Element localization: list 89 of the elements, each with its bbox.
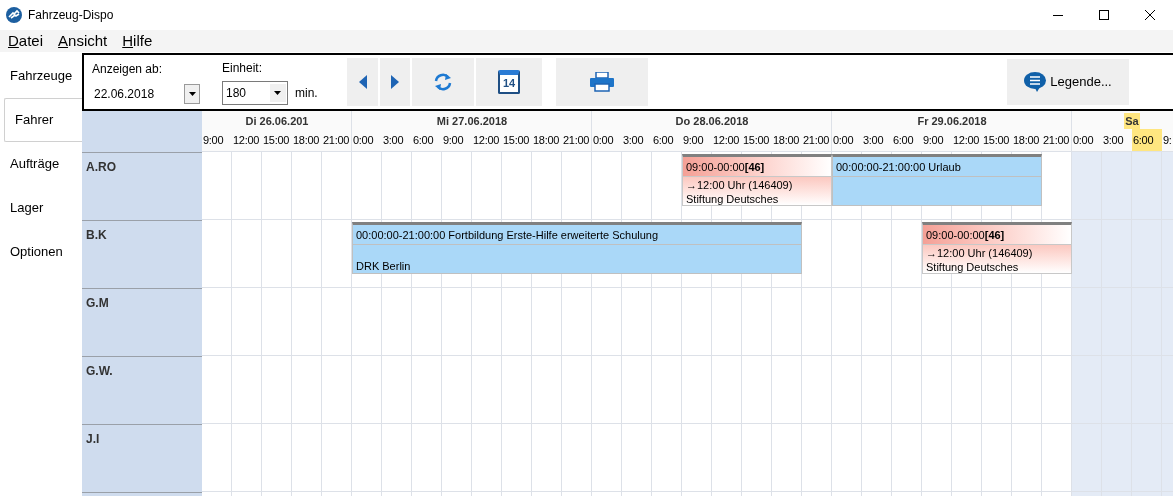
day-header: Di 26.06.201 [245, 113, 309, 129]
maximize-icon [1099, 10, 1109, 20]
time-label: 12:00 [472, 132, 501, 148]
order-event[interactable]: 09:00-00:00[46] →12:00 Uhr (146409) Stiftung Deutsches [922, 222, 1072, 274]
printer-icon [590, 72, 614, 92]
time-label: 18:00 [1012, 132, 1041, 148]
time-label: 18:00 [292, 132, 321, 148]
caret-icon [270, 84, 286, 102]
time-label: 12:00 [952, 132, 981, 148]
calendar-button[interactable]: 14 [476, 58, 542, 106]
sidebar-tab[interactable]: Optionen [0, 230, 82, 274]
time-label: 9:00 [682, 132, 705, 148]
calendar-icon: 14 [498, 70, 520, 94]
time-label: 21:00 [562, 132, 591, 148]
unit-label: Einheit: [222, 60, 264, 77]
time-label: 12:00 [232, 132, 261, 148]
sidebar-tab[interactable]: Aufträge [0, 142, 82, 186]
unit-suffix: min. [295, 85, 318, 102]
time-label: 9: [1162, 132, 1173, 148]
absence-event[interactable]: 00:00:00-21:00:00 Fortbildung Erste-Hilfe erweiterte Schulung DRK Berlin [352, 222, 802, 274]
driver-name: J.I [86, 432, 100, 446]
next-button[interactable] [380, 58, 410, 106]
time-label: 12:00 [712, 132, 741, 148]
event-text: →12:00 Uhr (146409) [926, 246, 1034, 260]
refresh-icon [433, 73, 453, 91]
right-arrow-icon [391, 75, 399, 89]
sidebar-tab[interactable]: Lager [0, 186, 82, 230]
event-text: Stiftung Deutsches [926, 260, 1020, 274]
time-label: 3:00 [382, 132, 405, 148]
time-label: 9:00 [442, 132, 465, 148]
time-label: 6:00 [652, 132, 675, 148]
time-label: 6:00 [412, 132, 435, 148]
absence-event[interactable]: 00:00:00-21:00:00 Urlaub [832, 154, 1042, 206]
driver-name: G.M [86, 296, 109, 310]
menu-item[interactable]: Datei [8, 29, 44, 53]
menu-item[interactable]: Hilfe [122, 29, 153, 53]
caret-icon [188, 92, 196, 96]
event-title: 00:00:00-21:00:00 Urlaub [836, 161, 961, 173]
date-label: Anzeigen ab: [92, 61, 164, 78]
event-time: 09:00-00:00[46] [686, 161, 765, 173]
day-header: Mi 27.06.2018 [436, 113, 508, 129]
time-label: 3:00 [1102, 132, 1125, 148]
time-label: 15:00 [742, 132, 771, 148]
time-label: 0:00 [352, 132, 375, 148]
event-text: Stiftung Deutsches [686, 192, 780, 206]
time-label: 18:00 [532, 132, 561, 148]
time-label: 21:00 [802, 132, 831, 148]
time-label: 0:00 [1072, 132, 1095, 148]
time-label: 6:00 [1132, 129, 1162, 151]
day-header: Fr 29.06.2018 [917, 113, 987, 129]
date-dropdown-button[interactable] [184, 84, 200, 104]
time-label: 15:00 [982, 132, 1011, 148]
day-header: Do 28.06.2018 [675, 113, 749, 129]
time-label: 9:00 [202, 132, 225, 148]
driver-name: B.K [86, 228, 107, 242]
refresh-button[interactable] [412, 58, 474, 106]
day-header: Sa [1124, 112, 1140, 129]
event-text: DRK Berlin [356, 259, 412, 273]
time-label: 21:00 [1042, 132, 1071, 148]
time-label: 0:00 [592, 132, 615, 148]
left-arrow-icon [358, 75, 367, 89]
legend-button[interactable]: Legende... [1007, 59, 1129, 105]
speech-bubble-icon [1024, 72, 1047, 92]
time-label: 21:00 [322, 132, 351, 148]
driver-name: A.RO [86, 160, 116, 174]
time-label: 18:00 [772, 132, 801, 148]
time-label: 3:00 [862, 132, 885, 148]
time-label: 3:00 [622, 132, 645, 148]
sidebar-tab[interactable]: Fahrzeuge [0, 54, 82, 98]
time-label: 6:00 [892, 132, 915, 148]
time-label: 0:00 [832, 132, 855, 148]
time-label: 9:00 [922, 132, 945, 148]
event-title: 00:00:00-21:00:00 Fortbildung Erste-Hilfe erweiterte Schulung [356, 229, 659, 241]
app-logo-icon [6, 7, 22, 23]
event-time: 09:00-00:00[46] [926, 229, 1005, 241]
unit-select[interactable]: 180 [222, 81, 288, 105]
sidebar-tab[interactable]: Fahrer [4, 98, 82, 142]
print-button[interactable] [556, 58, 648, 106]
time-label: 15:00 [262, 132, 291, 148]
time-label: 15:00 [502, 132, 531, 148]
event-text: →12:00 Uhr (146409) [686, 178, 794, 192]
menu-item[interactable]: Ansicht [58, 29, 108, 53]
close-icon [1145, 10, 1155, 20]
previous-button[interactable] [347, 58, 378, 106]
minimize-icon [1053, 14, 1063, 16]
window-title: Fahrzeug-Dispo [28, 7, 114, 24]
driver-name: G.W. [86, 364, 113, 378]
date-field[interactable]: 22.06.2018 [92, 85, 184, 103]
order-event[interactable]: 09:00-00:00[46] →12:00 Uhr (146409) Stiftung Deutsches [682, 154, 832, 206]
